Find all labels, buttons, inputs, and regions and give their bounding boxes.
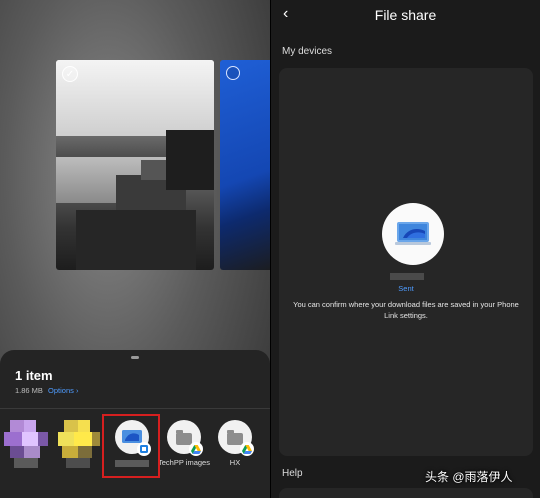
selected-photo-thumbnail[interactable] <box>56 60 214 270</box>
chevron-right-icon: › <box>75 386 79 395</box>
blurred-app-icon[interactable] <box>4 420 50 470</box>
google-drive-icon <box>240 442 254 456</box>
file-share-screen: ‹ File share My devices Sent You can con… <box>271 0 540 498</box>
unselected-radio-icon[interactable] <box>226 66 240 80</box>
page-title: File share <box>374 7 437 23</box>
item-count: 1 item <box>15 368 53 383</box>
help-card[interactable] <box>279 488 533 498</box>
divider <box>0 408 270 409</box>
check-glyph: ✓ <box>65 68 75 80</box>
options-link[interactable]: Options › <box>48 386 78 395</box>
help-heading: Help <box>282 468 303 479</box>
watermark: 头条 @雨落伊人 <box>425 470 513 484</box>
folder-icon <box>227 429 243 445</box>
photo-building <box>76 210 196 270</box>
options-label: Options <box>48 386 74 395</box>
google-drive-icon <box>189 442 203 456</box>
device-card: Sent You can confirm where your download… <box>279 68 533 456</box>
item-meta: 1.86 MB Options › <box>15 386 78 395</box>
my-devices-heading: My devices <box>282 46 333 57</box>
sheet-drag-handle[interactable] <box>131 356 139 359</box>
download-location-info: You can confirm where your download file… <box>293 300 519 320</box>
folder-icon <box>176 429 192 445</box>
share-target-hx[interactable]: HX <box>209 420 261 468</box>
blurred-app-icon[interactable] <box>56 420 102 470</box>
share-target-label: TechPP images <box>158 458 210 467</box>
highlight-box <box>102 414 160 478</box>
folder-avatar <box>218 420 254 456</box>
selected-check-icon[interactable]: ✓ <box>62 66 78 82</box>
device-name-redacted <box>390 273 424 280</box>
photo-thumbnail[interactable] <box>220 60 270 270</box>
share-target-label: HX <box>229 458 241 467</box>
folder-avatar <box>167 420 203 456</box>
photo-building <box>166 130 214 190</box>
transfer-status: Sent <box>398 284 414 293</box>
pc-device-button[interactable] <box>382 203 444 265</box>
item-size: 1.86 MB <box>15 386 43 395</box>
share-target-techpp-images[interactable]: TechPP images <box>158 420 210 468</box>
laptop-windows-icon <box>395 222 431 245</box>
